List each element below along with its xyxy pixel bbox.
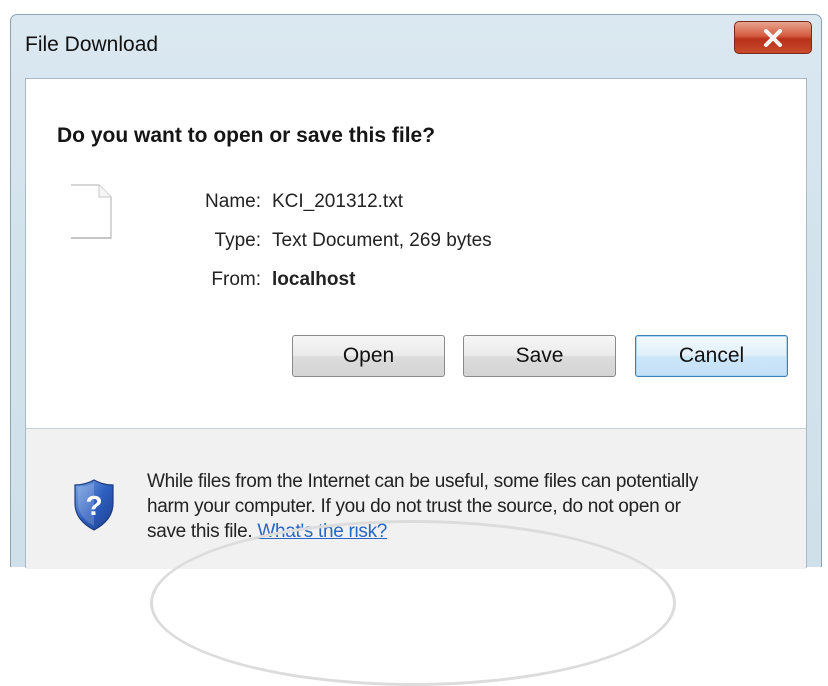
security-shield-icon: ?	[73, 479, 115, 536]
dialog-body: Do you want to open or save this file? N…	[25, 78, 807, 569]
svg-text:?: ?	[85, 490, 102, 521]
window-title: File Download	[25, 33, 159, 56]
file-type-value: Text Document, 269 bytes	[272, 230, 492, 251]
save-button[interactable]: Save	[463, 335, 616, 377]
type-label: Type:	[214, 230, 261, 251]
security-warning-text: While files from the Internet can be use…	[147, 469, 797, 544]
file-download-dialog: File Download Do you want to open or sav…	[10, 14, 822, 569]
warning-line-3: save this file.	[147, 521, 253, 542]
text-file-icon	[69, 182, 113, 245]
file-source-value: localhost	[272, 269, 356, 290]
warning-line-1: While files from the Internet can be use…	[147, 471, 699, 492]
question-heading: Do you want to open or save this file?	[57, 124, 436, 147]
from-label: From:	[211, 269, 261, 290]
close-button[interactable]	[734, 21, 812, 54]
open-button[interactable]: Open	[292, 335, 445, 377]
security-footer: ? While files from the Internet can be u…	[26, 429, 806, 569]
cancel-button[interactable]: Cancel	[635, 335, 788, 377]
close-icon	[764, 28, 782, 47]
file-name-value: KCI_201312.txt	[272, 191, 403, 212]
whats-the-risk-link[interactable]: What's the risk?	[257, 521, 387, 542]
name-label: Name:	[205, 191, 261, 212]
warning-line-2: harm your computer. If you do not trust …	[147, 496, 681, 517]
